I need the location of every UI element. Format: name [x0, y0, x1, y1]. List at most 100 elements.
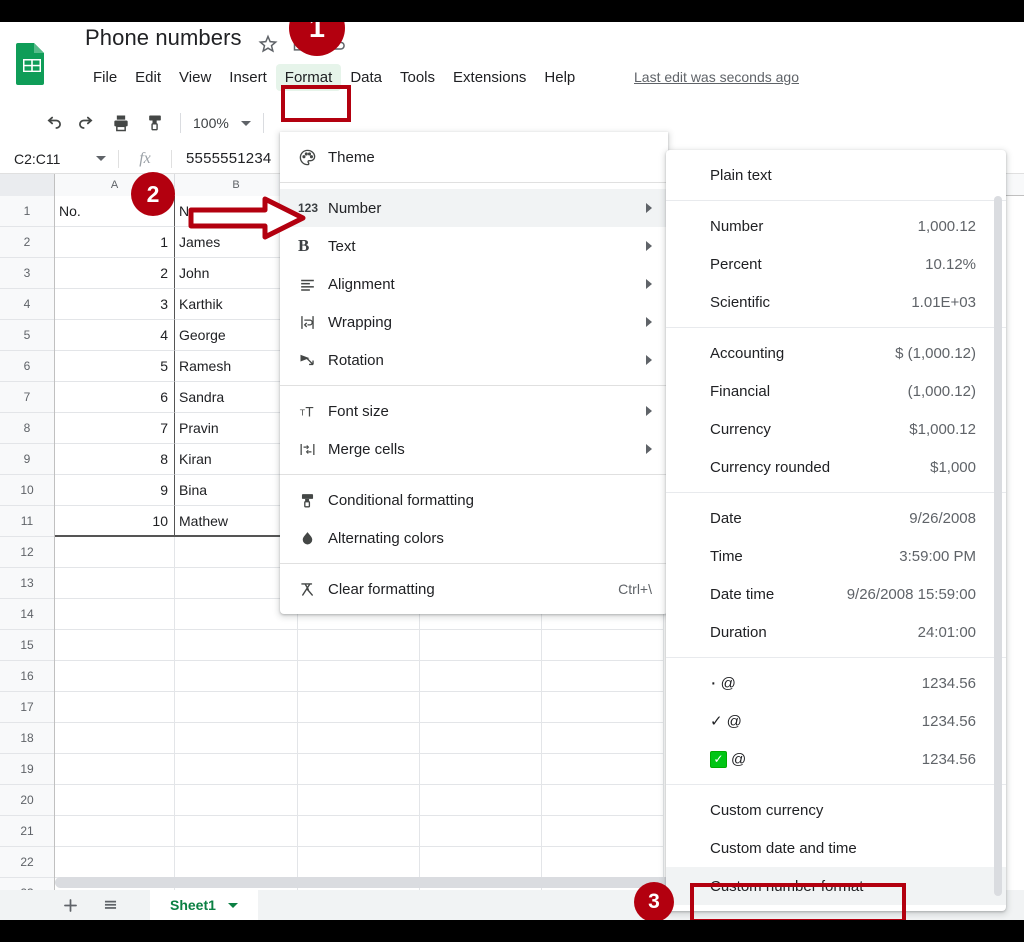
star-icon[interactable]	[258, 34, 278, 54]
cell-A4[interactable]: 3	[55, 289, 175, 320]
number-format-item-check-at[interactable]: ✓ @1234.56	[666, 702, 1006, 740]
cell-B18[interactable]	[175, 723, 298, 754]
cell-C22[interactable]	[298, 847, 420, 878]
cell-A22[interactable]	[55, 847, 175, 878]
select-all-corner[interactable]	[0, 174, 55, 196]
cell-D21[interactable]	[420, 816, 542, 847]
print-icon[interactable]	[104, 108, 138, 138]
cell-C18[interactable]	[298, 723, 420, 754]
add-sheet-icon[interactable]	[50, 890, 90, 920]
cell-D16[interactable]	[420, 661, 542, 692]
row-header-7[interactable]: 7	[0, 382, 54, 413]
cell-A15[interactable]	[55, 630, 175, 661]
cell-A13[interactable]	[55, 568, 175, 599]
menu-file[interactable]: File	[84, 64, 126, 91]
cell-D19[interactable]	[420, 754, 542, 785]
cell-A11[interactable]: 10	[55, 506, 175, 537]
cell-D18[interactable]	[420, 723, 542, 754]
cell-B19[interactable]	[175, 754, 298, 785]
menu-edit[interactable]: Edit	[126, 64, 170, 91]
menu-help[interactable]: Help	[535, 64, 584, 91]
zoom-selector[interactable]: 100%	[189, 115, 255, 131]
cell-B16[interactable]	[175, 661, 298, 692]
cell-A6[interactable]: 5	[55, 351, 175, 382]
format-menu-item-theme[interactable]: Theme	[280, 138, 668, 176]
row-header-17[interactable]: 17	[0, 692, 54, 723]
document-title[interactable]: Phone numbers	[85, 25, 242, 51]
format-menu-item-conditional-formatting[interactable]: Conditional formatting	[280, 481, 668, 519]
cell-E17[interactable]	[542, 692, 664, 723]
cell-A19[interactable]	[55, 754, 175, 785]
cell-C21[interactable]	[298, 816, 420, 847]
number-format-item-dot-at[interactable]: · @ 1234.56	[666, 664, 1006, 702]
cell-A16[interactable]	[55, 661, 175, 692]
cell-B15[interactable]	[175, 630, 298, 661]
cell-A3[interactable]: 2	[55, 258, 175, 289]
name-box[interactable]: C2:C11	[0, 144, 118, 174]
last-edit-status[interactable]: Last edit was seconds ago	[634, 69, 799, 85]
number-format-item-percent[interactable]: Percent 10.12%	[666, 245, 1006, 283]
row-header-12[interactable]: 12	[0, 537, 54, 568]
number-format-item-number[interactable]: Number 1,000.12	[666, 207, 1006, 245]
format-menu-item-alternating-colors[interactable]: Alternating colors	[280, 519, 668, 557]
menu-extensions[interactable]: Extensions	[444, 64, 535, 91]
number-format-item-currency-rounded[interactable]: Currency rounded $1,000	[666, 448, 1006, 486]
cell-D22[interactable]	[420, 847, 542, 878]
number-format-item-date-time[interactable]: Date time 9/26/2008 15:59:00	[666, 575, 1006, 613]
row-header-22[interactable]: 22	[0, 847, 54, 878]
cell-D20[interactable]	[420, 785, 542, 816]
row-header-1[interactable]: 1	[0, 196, 54, 227]
cell-B17[interactable]	[175, 692, 298, 723]
format-menu-item-number[interactable]: 123 Number	[280, 189, 668, 227]
paint-format-icon[interactable]	[138, 108, 172, 138]
cell-A14[interactable]	[55, 599, 175, 630]
row-header-16[interactable]: 16	[0, 661, 54, 692]
cell-D15[interactable]	[420, 630, 542, 661]
cell-A8[interactable]: 7	[55, 413, 175, 444]
cell-E19[interactable]	[542, 754, 664, 785]
number-format-item-financial[interactable]: Financial (1,000.12)	[666, 372, 1006, 410]
cell-B22[interactable]	[175, 847, 298, 878]
cell-B21[interactable]	[175, 816, 298, 847]
cell-A7[interactable]: 6	[55, 382, 175, 413]
row-header-11[interactable]: 11	[0, 506, 54, 537]
number-format-item-time[interactable]: Time 3:59:00 PM	[666, 537, 1006, 575]
row-header-4[interactable]: 4	[0, 289, 54, 320]
number-format-item-greenbox-at[interactable]: ✓ @1234.56	[666, 740, 1006, 778]
format-menu-item-font-size[interactable]: T T Font size	[280, 392, 668, 430]
cell-A10[interactable]: 9	[55, 475, 175, 506]
format-menu-item-clear-formatting[interactable]: Clear formatting Ctrl+\	[280, 570, 668, 608]
cell-C19[interactable]	[298, 754, 420, 785]
format-menu-item-text[interactable]: B Text	[280, 227, 668, 265]
submenu-scrollbar[interactable]	[994, 196, 1002, 896]
cell-A21[interactable]	[55, 816, 175, 847]
row-header-6[interactable]: 6	[0, 351, 54, 382]
menu-insert[interactable]: Insert	[220, 64, 276, 91]
row-header-9[interactable]: 9	[0, 444, 54, 475]
cell-A17[interactable]	[55, 692, 175, 723]
cell-E15[interactable]	[542, 630, 664, 661]
cell-C20[interactable]	[298, 785, 420, 816]
row-header-20[interactable]: 20	[0, 785, 54, 816]
cell-C15[interactable]	[298, 630, 420, 661]
number-format-item-currency[interactable]: Currency $1,000.12	[666, 410, 1006, 448]
cell-E20[interactable]	[542, 785, 664, 816]
row-header-19[interactable]: 19	[0, 754, 54, 785]
cell-C17[interactable]	[298, 692, 420, 723]
cell-E22[interactable]	[542, 847, 664, 878]
number-format-item-date[interactable]: Date 9/26/2008	[666, 499, 1006, 537]
row-header-21[interactable]: 21	[0, 816, 54, 847]
row-header-10[interactable]: 10	[0, 475, 54, 506]
row-header-2[interactable]: 2	[0, 227, 54, 258]
cell-A5[interactable]: 4	[55, 320, 175, 351]
format-menu-item-wrapping[interactable]: Wrapping	[280, 303, 668, 341]
cell-E16[interactable]	[542, 661, 664, 692]
row-header-3[interactable]: 3	[0, 258, 54, 289]
row-header-23[interactable]: 23	[0, 878, 54, 890]
cell-A2[interactable]: 1	[55, 227, 175, 258]
number-format-item-accounting[interactable]: Accounting $ (1,000.12)	[666, 334, 1006, 372]
undo-icon[interactable]	[36, 108, 70, 138]
cell-B20[interactable]	[175, 785, 298, 816]
row-header-14[interactable]: 14	[0, 599, 54, 630]
sheet-tab-sheet1[interactable]: Sheet1	[150, 890, 258, 920]
